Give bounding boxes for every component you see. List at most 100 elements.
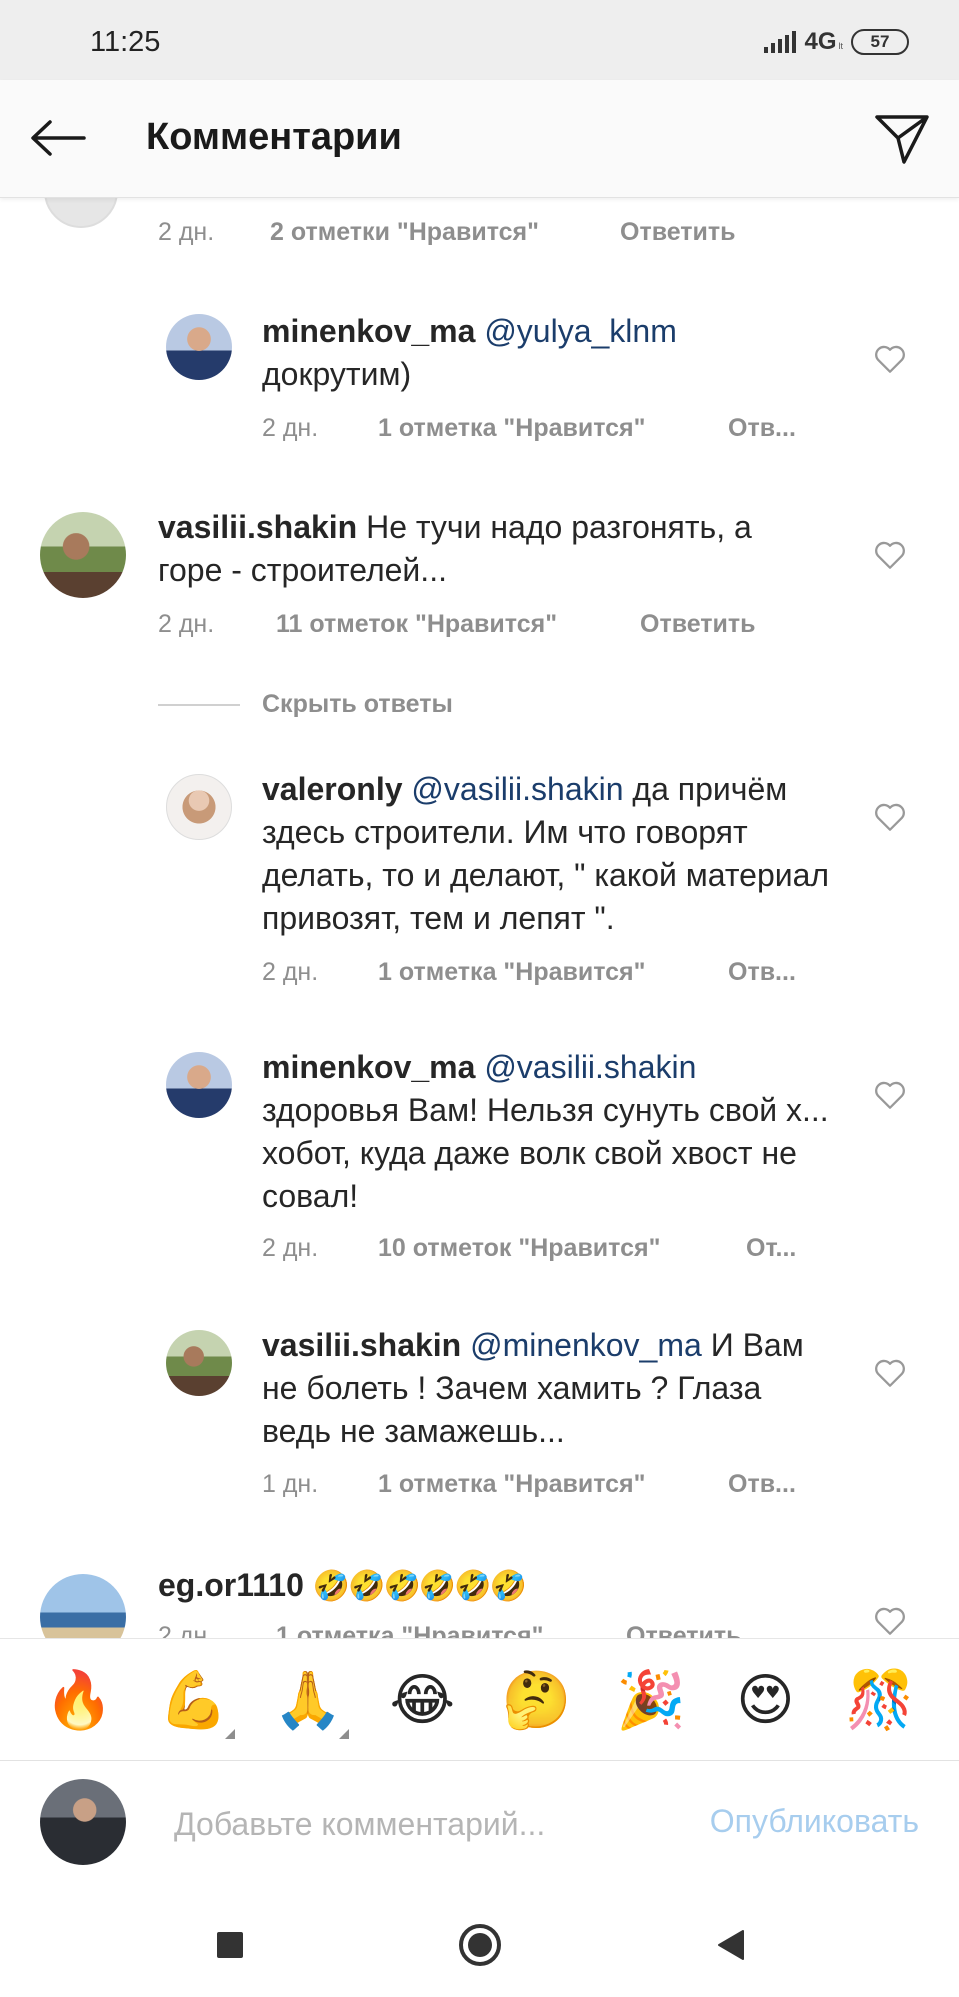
comment-text: valeronly @vasilii.shakin да причём здес… [262, 768, 832, 940]
direct-send-button[interactable] [871, 108, 933, 170]
back-nav-button[interactable] [705, 1920, 755, 1970]
hide-replies-button[interactable]: Скрыть ответы [158, 690, 453, 719]
comment-likes[interactable]: 1 отметка "Нравится" [378, 1470, 728, 1499]
avatar[interactable] [166, 1330, 232, 1396]
comment-likes[interactable]: 1 отметка "Нравится" [378, 958, 728, 987]
comment-text: minenkov_ma @vasilii.shakin здоровья Вам… [262, 1046, 832, 1218]
emoji-party-popper-button[interactable]: 🎉 [608, 1657, 694, 1743]
app-header: Комментарии [0, 80, 959, 198]
emoji-muscle-button[interactable]: 💪 [151, 1657, 237, 1743]
avatar[interactable] [166, 774, 232, 840]
emoji-confetti-button[interactable]: 🎊 [837, 1657, 923, 1743]
comment-age: 2 дн. [262, 958, 319, 986]
comment-mention[interactable]: @vasilii.shakin [484, 1049, 696, 1085]
pray-icon: 🙏 [273, 1667, 343, 1731]
comment-mention[interactable]: @minenkov_ma [470, 1327, 702, 1363]
comment-mention[interactable]: @vasilii.shakin [411, 771, 623, 807]
home-circle-icon [458, 1923, 501, 1966]
comment-meta: 1 дн. 1 отметка "Нравится" Отв... [262, 1470, 796, 1499]
hide-replies-label: Скрыть ответы [262, 690, 453, 718]
comment-username[interactable]: valeronly [262, 771, 403, 807]
avatar[interactable] [166, 1052, 232, 1118]
comment-text: vasilii.shakin Не тучи надо разгонять, а… [158, 506, 818, 592]
heart-icon[interactable] [873, 1356, 907, 1390]
comment-meta: 2 дн. 1 отметка "Нравится" Отв... [262, 414, 796, 443]
comment-likes[interactable]: 1 отметка "Нравится" [276, 1622, 626, 1638]
avatar[interactable] [40, 1574, 126, 1638]
comment-meta: 2 дн. 10 отметок "Нравится" От... [262, 1234, 796, 1263]
heart-icon[interactable] [873, 800, 907, 834]
emoji-joy-button[interactable]: 😂 [379, 1657, 465, 1743]
comment-text: minenkov_ma @yulya_klnm докрутим) [262, 310, 822, 396]
comment-username[interactable]: eg.or1110 [158, 1567, 304, 1603]
status-time: 11:25 [90, 26, 161, 58]
recents-button[interactable] [205, 1920, 255, 1970]
confetti-icon: 🎊 [844, 1667, 915, 1731]
comment-list[interactable]: 2 дн. 2 отметки "Нравится" Ответить mine… [0, 198, 959, 1638]
battery-icon: 57 [851, 29, 909, 55]
comment-username[interactable]: minenkov_ma [262, 1049, 475, 1085]
avatar[interactable] [44, 198, 118, 228]
comment-age: 1 дн. [262, 1470, 319, 1498]
battery-level: 57 [870, 32, 890, 51]
reply-button[interactable]: Ответить [640, 610, 756, 639]
home-button[interactable] [455, 1920, 505, 1970]
fire-icon: 🔥 [44, 1667, 115, 1731]
heart-icon[interactable] [873, 1604, 907, 1638]
emoji-heart-eyes-button[interactable]: 😍 [722, 1657, 808, 1743]
comment-age: 2 дн. [158, 218, 215, 246]
avatar[interactable] [166, 314, 232, 380]
network-suffix: lt [838, 41, 844, 51]
comment-username[interactable]: minenkov_ma [262, 313, 475, 349]
muscle-icon: 💪 [158, 1667, 229, 1731]
system-nav-bar [0, 1892, 959, 1997]
comment-likes[interactable]: 10 отметок "Нравится" [378, 1234, 746, 1263]
reply-button[interactable]: Ответить [626, 1622, 742, 1638]
comment-meta: 2 дн. 2 отметки "Нравится" Ответить [158, 218, 736, 247]
heart-eyes-icon: 😍 [736, 1667, 795, 1731]
divider-line [158, 703, 240, 706]
reply-button[interactable]: Ответить [620, 218, 736, 247]
comment-mention[interactable]: @yulya_klnm [484, 313, 677, 349]
reply-button[interactable]: Отв... [728, 958, 796, 987]
comment-body: докрутим) [262, 356, 412, 392]
reply-button[interactable]: Отв... [728, 414, 796, 443]
comment-age: 2 дн. [262, 414, 319, 442]
comment-username[interactable]: vasilii.shakin [262, 1327, 461, 1363]
comment-body: 🤣🤣🤣🤣🤣🤣 [312, 1570, 527, 1603]
comment-text: vasilii.shakin @minenkov_ma И Вам не бол… [262, 1324, 832, 1453]
back-triangle-icon [717, 1929, 744, 1960]
heart-icon[interactable] [873, 342, 907, 376]
emoji-fire-button[interactable]: 🔥 [36, 1657, 122, 1743]
comment-meta: 2 дн. 1 отметка "Нравится" Отв... [262, 958, 796, 987]
emoji-pray-button[interactable]: 🙏 [265, 1657, 351, 1743]
comment-input[interactable] [174, 1799, 594, 1849]
joy-icon: 😂 [389, 1667, 456, 1731]
party-popper-icon: 🎉 [616, 1667, 686, 1731]
back-arrow-icon [31, 120, 86, 156]
comment-username[interactable]: vasilii.shakin [158, 509, 357, 545]
recents-square-icon [216, 1931, 243, 1958]
heart-icon[interactable] [873, 538, 907, 572]
thinking-icon: 🤔 [501, 1667, 572, 1731]
comment-likes[interactable]: 11 отметок "Нравится" [276, 610, 640, 639]
comment-likes[interactable]: 1 отметка "Нравится" [378, 414, 728, 443]
skin-tone-indicator [224, 1728, 235, 1739]
heart-icon[interactable] [873, 1078, 907, 1112]
avatar[interactable] [40, 512, 126, 598]
emoji-thinking-button[interactable]: 🤔 [494, 1657, 580, 1743]
comment-meta: 2 дн. 11 отметок "Нравится" Ответить [158, 610, 756, 639]
network-type: 4G [804, 28, 837, 55]
comment-age: 2 дн. [158, 1622, 215, 1638]
reply-button[interactable]: От... [746, 1234, 796, 1263]
comment-composer: Опубликовать [0, 1760, 959, 1892]
reply-button[interactable]: Отв... [728, 1470, 796, 1499]
current-user-avatar [40, 1779, 126, 1865]
status-indicators: 4G lt 57 [764, 28, 909, 56]
comment-likes[interactable]: 2 отметки "Нравится" [270, 218, 620, 247]
publish-button[interactable]: Опубликовать [710, 1803, 919, 1840]
back-button[interactable] [26, 110, 88, 166]
comment-body: здоровья Вам! Нельзя сунуть свой х... хо… [262, 1092, 829, 1214]
comment-meta: 2 дн. 1 отметка "Нравится" Ответить [158, 1622, 742, 1638]
comment-text: eg.or1110 🤣🤣🤣🤣🤣🤣 [158, 1564, 818, 1608]
